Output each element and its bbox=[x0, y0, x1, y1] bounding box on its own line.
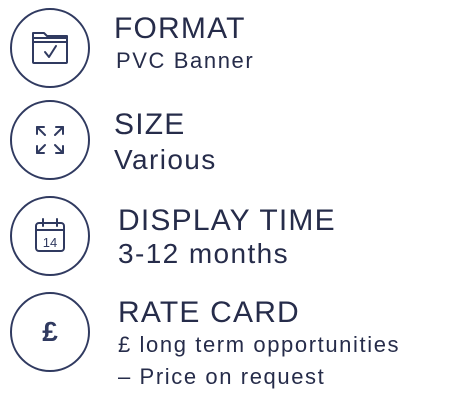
size-value: Various bbox=[114, 144, 217, 175]
pound-glyph: £ bbox=[42, 316, 58, 347]
rate-card-line-1: £ long term opportunities bbox=[118, 332, 401, 357]
format-value: PVC Banner bbox=[116, 48, 255, 73]
format-title: FORMAT bbox=[114, 12, 246, 45]
size-item: SIZE Various bbox=[0, 96, 474, 192]
calendar-day: 14 bbox=[43, 235, 57, 250]
format-item: FORMAT PVC Banner bbox=[0, 0, 474, 96]
rate-card-line-2: – Price on request bbox=[118, 364, 326, 389]
folder-check-icon bbox=[10, 8, 90, 88]
expand-arrows-icon bbox=[10, 100, 90, 180]
display-time-title: DISPLAY TIME bbox=[118, 204, 336, 237]
rate-card-item: £ RATE CARD £ long term opportunities – … bbox=[0, 288, 474, 394]
rate-card-title: RATE CARD bbox=[118, 296, 300, 329]
calendar-icon: 14 bbox=[10, 196, 90, 276]
display-time-item: 14 DISPLAY TIME 3-12 months bbox=[0, 192, 474, 288]
pound-icon: £ bbox=[10, 292, 90, 372]
size-title: SIZE bbox=[114, 108, 186, 141]
display-time-value: 3-12 months bbox=[118, 238, 290, 269]
